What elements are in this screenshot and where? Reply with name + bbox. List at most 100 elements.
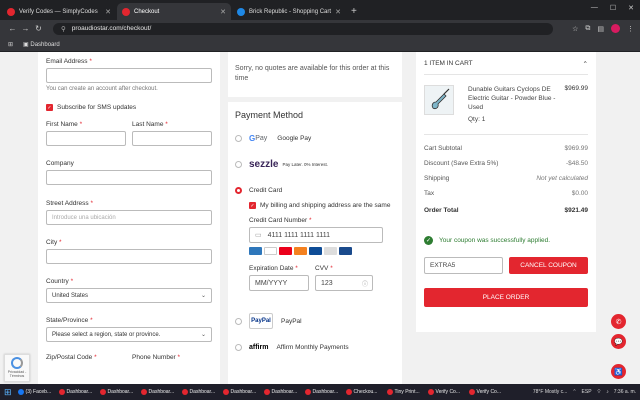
payment-method-box: Payment Method G Pay Google Pay sezzle P… <box>228 102 402 384</box>
taskbar-item[interactable]: (3) Faceb... <box>16 385 57 399</box>
coupon-code-input[interactable]: EXTRA5 <box>424 257 504 274</box>
sms-checkbox[interactable]: ✓ <box>46 104 53 111</box>
paypal-logo: PayPal <box>249 313 273 329</box>
window-controls: — ☐ ✕ <box>591 4 634 12</box>
taskbar-item[interactable]: Dashboar... <box>98 385 139 399</box>
url-field[interactable]: ⚲ proaudiostar.com/checkout/ <box>53 22 553 35</box>
sms-label: Subscribe for SMS updates <box>57 104 137 111</box>
payment-option-affirm[interactable]: affirm Affirm Monthly Payments <box>235 339 395 355</box>
address-bar-row: ← → ↻ ⚲ proaudiostar.com/checkout/ ☆ ⧉ ▤… <box>0 20 640 37</box>
help-icon[interactable]: ⓘ <box>362 279 368 288</box>
weather-widget[interactable]: 78°F Mostly c... <box>533 389 568 395</box>
taskbar-item[interactable]: Dashboar... <box>303 385 344 399</box>
app-icon <box>427 389 434 395</box>
shipping-quote-box: Sorry, no quotes are available for this … <box>228 52 402 97</box>
sezzle-logo: sezzle <box>249 158 279 170</box>
billing-same-checkbox[interactable]: ✓ <box>249 202 256 209</box>
maximize-icon[interactable]: ☐ <box>610 4 616 12</box>
payment-option-paypal[interactable]: PayPal PayPal <box>235 313 395 329</box>
cancel-coupon-button[interactable]: Cancel Coupon <box>509 257 588 274</box>
close-window-icon[interactable]: ✕ <box>628 4 634 12</box>
taskbar-item[interactable]: Verify Co... <box>467 385 508 399</box>
tab-title: Verify Codes — SimplyCodes <box>19 8 98 15</box>
city-label: City * <box>46 239 62 246</box>
taskbar-item[interactable]: Dashboar... <box>262 385 303 399</box>
tab-title: Brick Republic - Shopping Cart <box>249 8 332 15</box>
app-icon <box>386 389 393 395</box>
taskbar-item[interactable]: Checkou... <box>344 385 385 399</box>
minimize-icon[interactable]: — <box>591 4 598 12</box>
back-icon[interactable]: ← <box>6 24 19 33</box>
taskbar-item[interactable]: Dashboar... <box>139 385 180 399</box>
street-input[interactable]: Introduce una ubicación <box>46 210 212 225</box>
payment-option-google-pay[interactable]: G Pay Google Pay <box>235 130 395 146</box>
country-select[interactable]: United States ⌄ <box>46 288 212 303</box>
extensions-icon[interactable]: ⧉ <box>585 25 590 33</box>
apps-grid-icon[interactable]: ⊞ <box>8 41 13 48</box>
taskbar-item[interactable]: Verify Co... <box>426 385 467 399</box>
close-icon[interactable]: ✕ <box>105 8 111 16</box>
mastercard-icon <box>279 247 292 255</box>
chat-button[interactable]: 💬 <box>611 334 626 349</box>
payment-option-credit-card[interactable]: Credit Card <box>235 182 395 198</box>
item-name[interactable]: Dunable Guitars Cyclops DE Electric Guit… <box>468 85 565 112</box>
discount-row: Discount (Save Extra 5%) -$48.50 <box>424 160 588 167</box>
google-pay-radio[interactable] <box>235 134 242 142</box>
new-tab-icon[interactable]: + <box>351 3 357 20</box>
accessibility-button[interactable]: ♿ <box>611 364 626 379</box>
expiration-input[interactable]: MM/YYYY <box>249 275 309 291</box>
cc-number-label: Credit Card Number * <box>249 217 312 224</box>
state-select[interactable]: Please select a region, state or provinc… <box>46 327 212 342</box>
taskbar-item[interactable]: Tiny Print... <box>385 385 426 399</box>
paypal-radio[interactable] <box>235 317 242 325</box>
sidepanel-icon[interactable]: ▤ <box>597 25 604 33</box>
place-order-button[interactable]: Place Order <box>424 288 588 307</box>
close-icon[interactable]: ✕ <box>220 8 226 16</box>
browser-tab-simplycodes[interactable]: Verify Codes — SimplyCodes ✕ <box>2 3 116 20</box>
chevron-up-icon[interactable]: ⌃ <box>583 60 588 68</box>
reload-icon[interactable]: ↻ <box>32 24 45 33</box>
first-name-input[interactable] <box>46 131 126 146</box>
close-icon[interactable]: ✕ <box>335 8 341 16</box>
cvv-input[interactable]: 123 ⓘ <box>315 275 373 291</box>
browser-tab-brick-republic[interactable]: Brick Republic - Shopping Cart ✕ <box>232 3 346 20</box>
google-pay-label: Google Pay <box>277 134 312 142</box>
bookmarks-bar: ⊞ ▣ Dashboard <box>0 37 640 52</box>
bookmark-dashboard[interactable]: ▣ Dashboard <box>23 41 60 48</box>
affirm-radio[interactable] <box>235 343 242 351</box>
recaptcha-badge[interactable]: Privacidad - Términos <box>4 354 30 382</box>
site-info-icon[interactable]: ⚲ <box>61 25 66 33</box>
zip-label: Zip/Postal Code * <box>46 354 97 361</box>
payment-method-title: Payment Method <box>235 110 304 120</box>
cart-header[interactable]: 1 Item in Cart ⌃ <box>424 60 588 75</box>
last-name-input[interactable] <box>132 131 212 146</box>
payment-option-sezzle[interactable]: sezzle Pay Later. 0% Interest. <box>235 156 395 172</box>
wifi-icon[interactable]: ⌔ <box>597 389 602 395</box>
email-input[interactable] <box>46 68 212 83</box>
windows-start-icon[interactable]: ⊞ <box>4 387 12 398</box>
cc-number-input[interactable]: ▭ 4111 1111 1111 1111 <box>249 227 383 243</box>
clock[interactable]: 7:36 a. m. <box>614 389 636 395</box>
phone-call-button[interactable]: ✆ <box>611 314 626 329</box>
taskbar-item[interactable]: Dashboar... <box>221 385 262 399</box>
city-input[interactable] <box>46 249 212 264</box>
forward-icon[interactable]: → <box>19 24 32 33</box>
taskbar-item[interactable]: Dashboar... <box>57 385 98 399</box>
company-input[interactable] <box>46 170 212 185</box>
accessibility-icon: ♿ <box>614 368 623 376</box>
browser-tab-checkout[interactable]: Checkout ✕ <box>117 3 231 20</box>
menu-icon[interactable]: ⋮ <box>627 25 634 33</box>
bookmark-star-icon[interactable]: ☆ <box>572 25 578 33</box>
chevron-up-icon[interactable]: ⌃ <box>572 389 576 395</box>
language-indicator[interactable]: ESP <box>582 389 592 395</box>
sezzle-radio[interactable] <box>235 160 242 168</box>
taskbar-item[interactable]: Dashboar... <box>180 385 221 399</box>
sms-subscribe-row[interactable]: ✓ Subscribe for SMS updates <box>46 104 212 111</box>
card-icon: ▭ <box>255 232 262 239</box>
volume-icon[interactable]: ♪ <box>606 389 609 395</box>
guitar-thumbnail[interactable] <box>424 85 454 115</box>
profile-avatar[interactable] <box>611 24 620 33</box>
billing-same-row[interactable]: ✓ My billing and shipping address are th… <box>249 202 395 209</box>
app-icon <box>58 389 65 395</box>
credit-card-radio[interactable] <box>235 186 242 194</box>
